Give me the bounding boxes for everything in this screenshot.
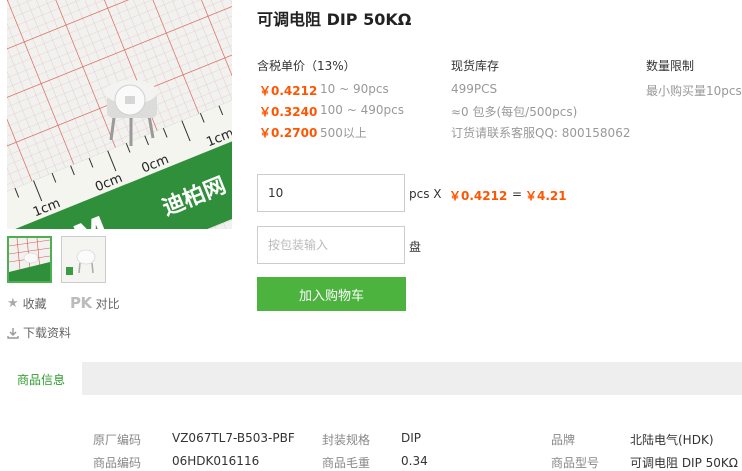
tier-range: 500以上 [320, 126, 367, 140]
equals-sign: = [512, 187, 523, 201]
compare-label: 对比 [95, 296, 120, 311]
limit-text: 最小购买量10pcs [646, 84, 742, 98]
tier-range: 10 ~ 90pcs [320, 82, 389, 96]
spec-label: 封装规格 [322, 433, 371, 447]
product-photo-svg: 2cm 1cm 0cm 0cm 1cm .COM 迪柏网 [7, 0, 232, 229]
limit-header: 数量限制 [646, 59, 695, 73]
spec-label: 商品毛重 [322, 456, 371, 470]
tier-price: ￥0.3240 [259, 105, 318, 119]
stock-contact: 订货请联系客服QQ: 800158062 [451, 126, 631, 140]
product-title: 可调电阻 DIP 50KΩ [257, 10, 412, 29]
download-action[interactable]: 下载资料 [7, 324, 71, 341]
tier-price: ￥0.4212 [259, 84, 318, 98]
unit-x-label: pcs X [409, 187, 442, 201]
favorite-label: 收藏 [22, 297, 47, 311]
download-icon [7, 327, 19, 339]
favorite-action[interactable]: ★ 收藏 [7, 295, 47, 312]
stock-quantity: 499PCS [451, 82, 498, 96]
spec-value: 0.34 [401, 454, 428, 468]
stock-packs: ≈0 包多(每包/500pcs) [451, 105, 578, 119]
star-icon: ★ [7, 296, 19, 311]
add-to-cart-button[interactable]: 加入购物车 [257, 277, 406, 311]
tab-bar [0, 362, 742, 395]
spec-value: DIP [401, 431, 422, 445]
spec-value: 北陆电气(HDK) [630, 433, 714, 447]
spec-label: 原厂编码 [93, 433, 142, 447]
spec-value: VZ067TL7-B503-PBF [172, 431, 295, 445]
price-header: 含税单价（13%） [257, 59, 356, 73]
stock-header: 现货库存 [451, 59, 500, 73]
pack-unit: 盘 [409, 240, 422, 254]
spec-label: 商品编码 [93, 456, 142, 470]
spec-label: 商品型号 [551, 456, 600, 470]
spec-label: 品牌 [551, 433, 576, 447]
product-main-image[interactable]: 2cm 1cm 0cm 0cm 1cm .COM 迪柏网 [7, 0, 232, 229]
pk-icon: PK [70, 294, 92, 312]
tier-range: 100 ~ 490pcs [320, 103, 404, 117]
pack-input[interactable] [257, 226, 405, 264]
tier-price: ￥0.2700 [259, 126, 318, 140]
compare-action[interactable]: PK 对比 [70, 294, 120, 312]
total-price: ￥4.21 [525, 189, 567, 203]
unit-price: ￥0.4212 [449, 189, 508, 203]
spec-value: 可调电阻 DIP 50KΩ [630, 456, 738, 470]
tab-product-info[interactable]: 商品信息 [0, 362, 82, 395]
download-label: 下载资料 [23, 326, 72, 340]
quantity-input[interactable] [257, 174, 405, 212]
spec-value: 06HDK016116 [172, 454, 260, 468]
thumbnail-1[interactable] [7, 236, 52, 283]
thumbnail-2[interactable] [61, 236, 106, 283]
